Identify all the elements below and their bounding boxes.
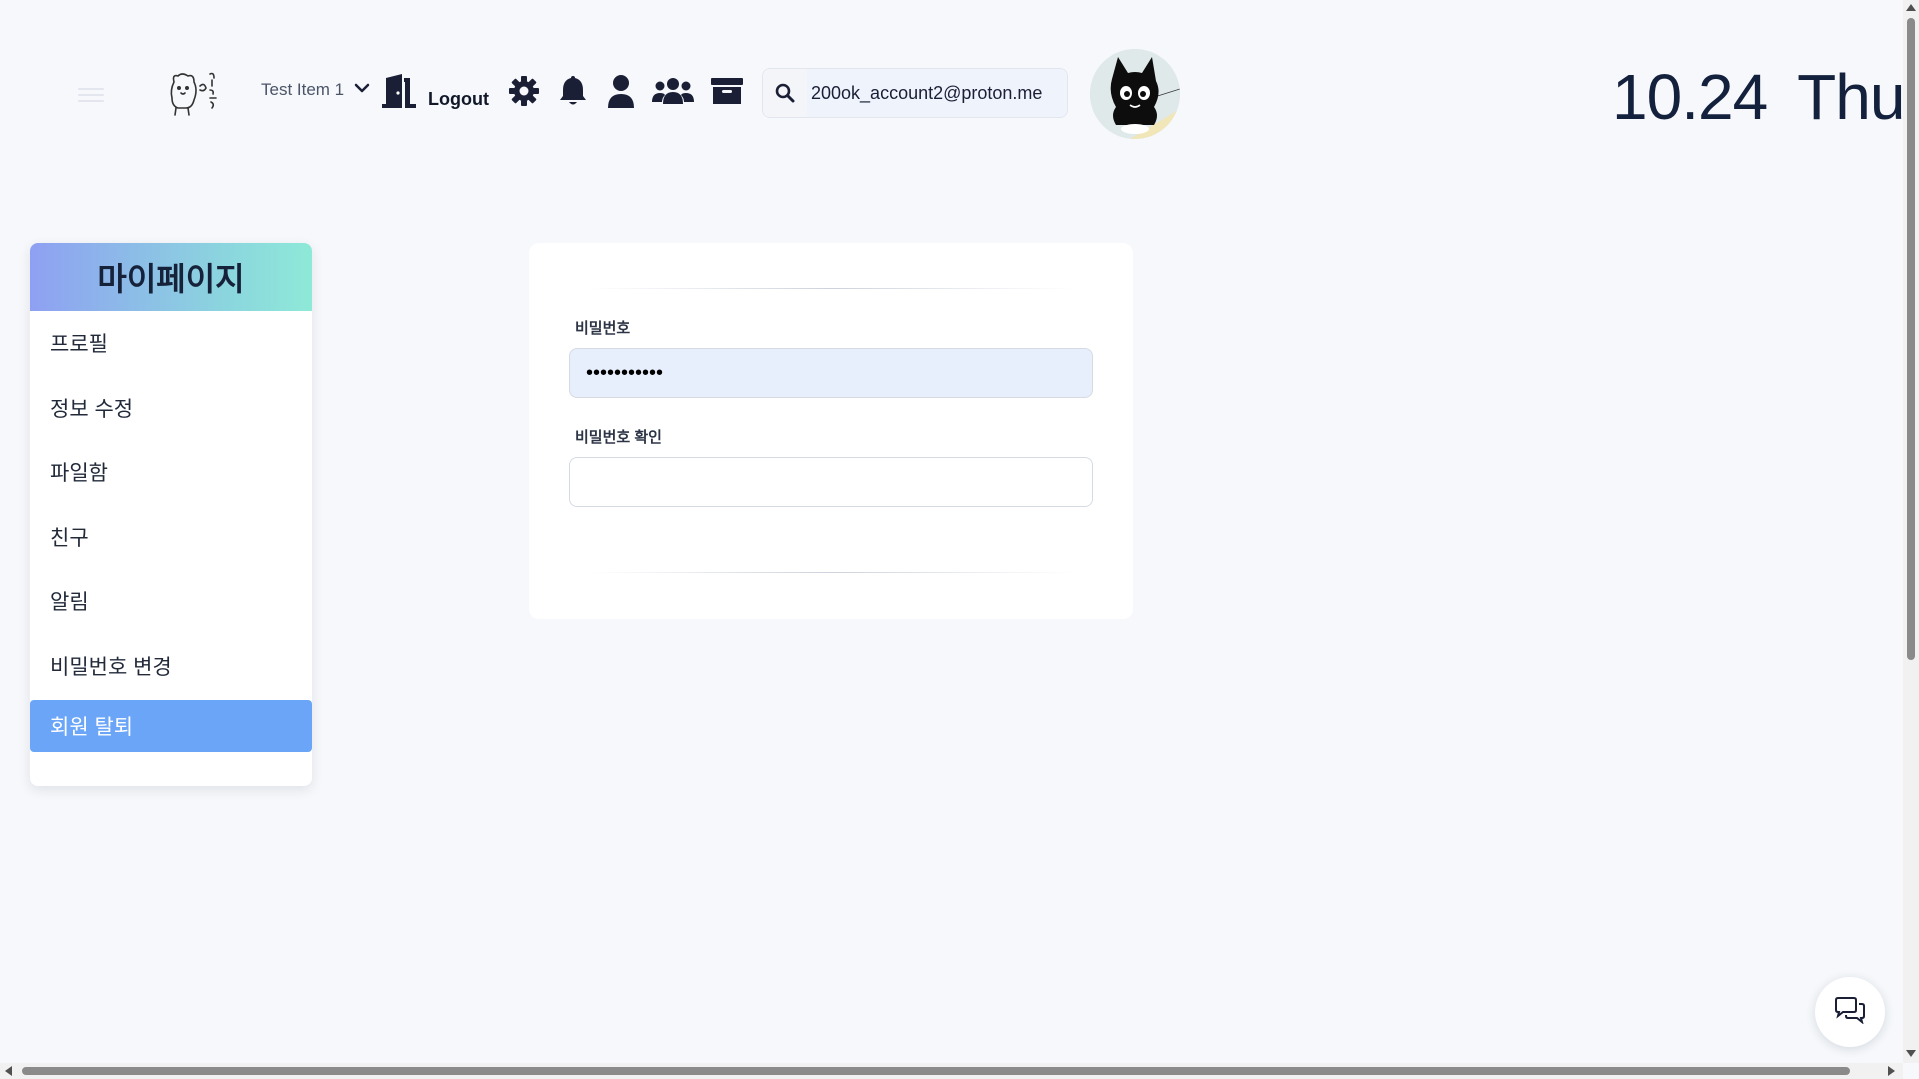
vertical-scrollbar[interactable] <box>1903 0 1919 1063</box>
password-confirm-label: 비밀번호 확인 <box>575 429 662 446</box>
logout-label: Logout <box>428 89 489 109</box>
date-day: 10.24 <box>1612 61 1768 133</box>
search-icon[interactable] <box>763 69 807 117</box>
vertical-scroll-thumb[interactable] <box>1907 18 1915 660</box>
bottom-divider <box>589 572 1073 573</box>
scroll-down-icon[interactable] <box>1906 1050 1916 1057</box>
search-input[interactable] <box>807 69 1067 117</box>
chat-button[interactable] <box>1815 977 1885 1047</box>
top-divider <box>589 288 1073 289</box>
logout-button[interactable]: Logout <box>378 74 489 115</box>
item-select-label: Test Item 1 <box>261 80 345 99</box>
gear-icon[interactable] <box>508 74 540 108</box>
item-select[interactable]: Test Item 1 <box>261 80 370 100</box>
date-weekday: Thu <box>1797 61 1905 133</box>
scroll-left-icon[interactable] <box>5 1066 12 1076</box>
password-confirm-field[interactable] <box>569 457 1093 507</box>
sidebar-item-files[interactable]: 파일함 <box>30 440 312 505</box>
hamburger-icon[interactable] <box>78 88 104 102</box>
black-cat-avatar[interactable] <box>1090 49 1180 139</box>
users-icon[interactable] <box>652 74 694 108</box>
sidebar-item-change-password[interactable]: 비밀번호 변경 <box>30 634 312 699</box>
sidebar-item-friends[interactable]: 친구 <box>30 505 312 570</box>
password-label: 비밀번호 <box>575 320 631 337</box>
password-field[interactable] <box>569 348 1093 398</box>
chat-bubbles-icon <box>1833 996 1867 1029</box>
door-exit-icon <box>378 74 418 115</box>
sidebar-item-notifications[interactable]: 알림 <box>30 569 312 634</box>
password-form-card: 비밀번호 비밀번호 확인 <box>529 243 1133 619</box>
chevron-down-icon <box>354 81 370 99</box>
scroll-up-icon[interactable] <box>1906 4 1916 11</box>
archive-icon[interactable] <box>710 74 744 108</box>
sidebar-item-profile[interactable]: 프로필 <box>30 311 312 376</box>
horizontal-scrollbar[interactable] <box>0 1063 1903 1079</box>
bell-icon[interactable] <box>558 74 588 108</box>
sidebar-item-edit-info[interactable]: 정보 수정 <box>30 376 312 441</box>
logo-icon[interactable] <box>166 68 226 118</box>
scroll-right-icon[interactable] <box>1888 1066 1895 1076</box>
sidebar-item-withdraw[interactable]: 회원 탈퇴 <box>30 700 312 752</box>
horizontal-scroll-thumb[interactable] <box>22 1067 1850 1075</box>
sidebar-menu: 프로필 정보 수정 파일함 친구 알림 비밀번호 변경 회원 탈퇴 <box>30 311 312 752</box>
date-display: 10.24 Thu <box>1612 60 1905 134</box>
user-icon[interactable] <box>606 74 636 108</box>
sidebar-title: 마이페이지 <box>30 243 312 311</box>
mypage-sidebar: 마이페이지 프로필 정보 수정 파일함 친구 알림 비밀번호 변경 회원 탈퇴 <box>30 243 312 786</box>
search-box[interactable] <box>762 68 1068 118</box>
